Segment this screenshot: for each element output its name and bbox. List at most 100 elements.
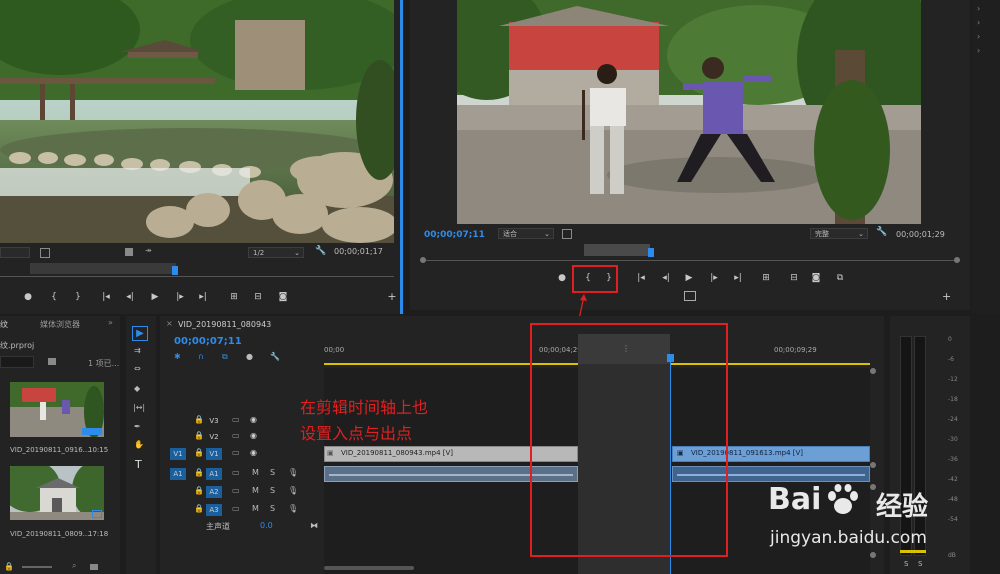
track-select-tool-icon[interactable]: ⇉ bbox=[134, 346, 141, 355]
meter-solo-left[interactable]: S bbox=[904, 560, 908, 568]
track-label-a2[interactable]: A2 bbox=[206, 486, 222, 498]
mark-in-icon[interactable]: { bbox=[48, 291, 60, 303]
solo-icon[interactable]: S bbox=[270, 468, 275, 477]
go-to-in-icon[interactable]: |◂ bbox=[100, 291, 112, 303]
expand-chevron-icon[interactable]: › bbox=[977, 4, 980, 13]
master-value[interactable]: 0.0 bbox=[260, 521, 273, 530]
solo-icon[interactable]: S bbox=[270, 504, 275, 513]
horizontal-scroll-thumb[interactable] bbox=[324, 566, 414, 570]
sync-lock-icon[interactable]: ▭ bbox=[232, 431, 240, 440]
comparison-view-icon[interactable]: ⧉ bbox=[834, 272, 846, 284]
program-go-to-out-icon[interactable]: ▸| bbox=[732, 272, 744, 284]
eye-icon[interactable]: ◉ bbox=[250, 448, 257, 457]
vertical-scroll-handle[interactable] bbox=[870, 368, 876, 374]
solo-icon[interactable]: S bbox=[270, 486, 275, 495]
program-step-back-icon[interactable]: ◂| bbox=[660, 272, 672, 284]
program-camera-icon[interactable]: ◙ bbox=[810, 272, 822, 284]
new-bin-icon[interactable] bbox=[48, 358, 56, 365]
clip-name-2[interactable]: VID_20190811_0809... bbox=[10, 530, 89, 538]
source-scrub-bar[interactable] bbox=[0, 261, 394, 279]
program-step-forward-icon[interactable]: |▸ bbox=[708, 272, 720, 284]
lock-icon[interactable]: 🔒 bbox=[4, 562, 14, 571]
play-icon[interactable]: ▶ bbox=[149, 291, 161, 303]
clip-thumbnail-2[interactable] bbox=[10, 466, 104, 520]
add-marker-icon[interactable]: ● bbox=[246, 352, 253, 361]
program-scrub-bar[interactable] bbox=[420, 242, 960, 266]
wrench-icon[interactable]: 🔧 bbox=[315, 246, 326, 256]
program-timecode-left[interactable]: 00;00;07;11 bbox=[424, 230, 485, 240]
overwrite-clip-icon[interactable]: ⊟ bbox=[252, 291, 264, 303]
camera-icon[interactable]: ◙ bbox=[277, 291, 289, 303]
lift-icon[interactable]: ⊞ bbox=[760, 272, 772, 284]
lock-track-icon[interactable]: 🔒 bbox=[194, 448, 204, 457]
program-add-button-icon[interactable]: + bbox=[942, 290, 951, 303]
slip-tool-icon[interactable]: |↔| bbox=[133, 403, 145, 412]
sync-lock-icon[interactable]: ▭ bbox=[232, 504, 240, 513]
vertical-scroll-handle[interactable] bbox=[870, 462, 876, 468]
sequence-tab[interactable]: VID_20190811_080943 bbox=[178, 320, 271, 329]
lock-track-icon[interactable]: 🔒 bbox=[194, 468, 204, 477]
mute-icon[interactable]: M bbox=[252, 486, 259, 495]
sync-lock-icon[interactable]: ▭ bbox=[232, 486, 240, 495]
tab-media-browser[interactable]: 媒体浏览器 bbox=[40, 319, 80, 330]
program-wrench-icon[interactable]: 🔧 bbox=[876, 227, 887, 237]
lock-track-icon[interactable]: 🔒 bbox=[194, 431, 204, 440]
mic-icon[interactable]: 🎙 bbox=[288, 468, 298, 477]
go-to-out-icon[interactable]: ▸| bbox=[197, 291, 209, 303]
panel-menu-icon[interactable]: » bbox=[108, 318, 113, 327]
program-scrub-end-handle[interactable] bbox=[954, 257, 960, 263]
sync-lock-icon[interactable]: ▭ bbox=[232, 448, 240, 457]
track-label-v3[interactable]: V3 bbox=[206, 415, 222, 427]
track-label-v1[interactable]: V1 bbox=[206, 448, 222, 460]
insert-clip-icon[interactable]: ⊞ bbox=[228, 291, 240, 303]
export-frame-icon[interactable] bbox=[125, 248, 133, 256]
selection-tool-icon[interactable]: ▶ bbox=[132, 326, 148, 341]
expand-chevron-icon[interactable]: › bbox=[977, 32, 980, 41]
program-quality-select[interactable]: 完整 ⌄ bbox=[810, 228, 868, 239]
program-scrub-start-handle[interactable] bbox=[420, 257, 426, 263]
lock-track-icon[interactable]: 🔒 bbox=[194, 486, 204, 495]
program-go-to-in-icon[interactable]: |◂ bbox=[635, 272, 647, 284]
mark-out-icon[interactable]: } bbox=[72, 291, 84, 303]
meter-solo-right[interactable]: S bbox=[918, 560, 922, 568]
expand-chevron-icon[interactable]: › bbox=[977, 18, 980, 27]
source-zoom-dropdown-left[interactable] bbox=[0, 247, 30, 258]
program-play-icon[interactable]: ▶ bbox=[683, 272, 695, 284]
horizontal-scrollbar[interactable] bbox=[324, 564, 870, 572]
master-end-icon[interactable]: ⧓ bbox=[310, 521, 318, 530]
eye-icon[interactable]: ◉ bbox=[250, 415, 257, 424]
timeline-settings-icon[interactable]: 🔧 bbox=[270, 352, 280, 361]
sync-lock-icon[interactable]: ▭ bbox=[232, 468, 240, 477]
clip-name-1[interactable]: VID_20190811_0916... bbox=[10, 446, 89, 454]
ripple-edit-tool-icon[interactable]: ⇔ bbox=[134, 364, 141, 373]
track-label-v2[interactable]: V2 bbox=[206, 431, 222, 443]
timeline-timecode[interactable]: 00;00;07;11 bbox=[174, 336, 242, 347]
source-patch-a1[interactable]: A1 bbox=[170, 468, 186, 480]
track-label-a1[interactable]: A1 bbox=[206, 468, 222, 480]
snap-icon[interactable]: ∩ bbox=[198, 352, 204, 361]
extract-icon[interactable]: ⊟ bbox=[788, 272, 800, 284]
mic-icon[interactable]: 🎙 bbox=[288, 504, 298, 513]
project-search-input[interactable] bbox=[0, 356, 34, 368]
pen-tool-icon[interactable]: ✒ bbox=[134, 422, 141, 431]
clip-thumbnail-1[interactable] bbox=[10, 382, 104, 437]
program-playhead[interactable] bbox=[648, 248, 654, 257]
eye-icon[interactable]: ◉ bbox=[250, 431, 257, 440]
marker-icon[interactable]: ● bbox=[22, 291, 34, 303]
nest-icon[interactable]: ✱ bbox=[174, 352, 181, 361]
program-fit-select[interactable]: 适合 ⌄ bbox=[498, 228, 554, 239]
program-settings-icon[interactable] bbox=[562, 229, 572, 239]
track-label-a3[interactable]: A3 bbox=[206, 504, 222, 516]
zoom-slider[interactable] bbox=[22, 566, 52, 568]
mute-icon[interactable]: M bbox=[252, 504, 259, 513]
add-button-icon[interactable]: + bbox=[386, 291, 398, 303]
sync-lock-icon[interactable]: ▭ bbox=[232, 415, 240, 424]
program-marker-icon[interactable]: ● bbox=[556, 272, 568, 284]
source-zoom-select[interactable]: 1/2 ⌄ bbox=[248, 247, 304, 258]
step-back-icon[interactable]: ◂| bbox=[124, 291, 136, 303]
folder-icon[interactable] bbox=[90, 564, 98, 570]
timeline-close-icon[interactable]: × bbox=[166, 319, 173, 328]
hand-tool-icon[interactable]: ✋ bbox=[134, 440, 144, 449]
tab-project[interactable]: 纹 bbox=[0, 319, 8, 330]
insert-icon[interactable]: ↠ bbox=[145, 246, 152, 255]
